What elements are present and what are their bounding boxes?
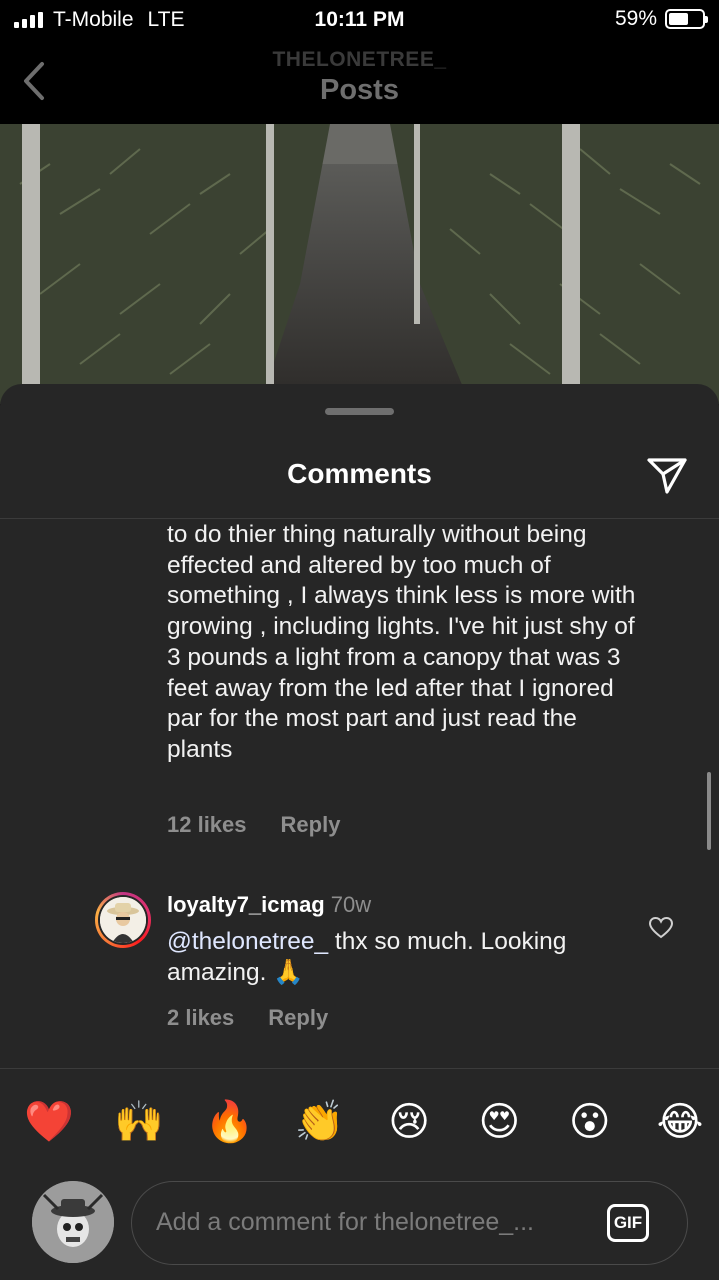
status-time: 10:11 PM <box>314 8 405 31</box>
sheet-divider <box>0 518 719 519</box>
grab-handle[interactable] <box>325 408 394 415</box>
post-image <box>0 124 719 404</box>
reply-button[interactable]: Reply <box>281 812 341 838</box>
comments-sheet: Comments to do thier thing naturally wit… <box>0 384 719 1280</box>
avatar[interactable] <box>95 892 151 948</box>
emoji-bar: ❤️ 🙌 🔥 👏 😢 😍 😮 😂 <box>24 1098 704 1146</box>
emoji-heart-eyes[interactable]: 😍 <box>475 1098 523 1146</box>
status-bar: T-Mobile LTE 10:11 PM 59% <box>0 0 719 40</box>
like-comment-button[interactable] <box>648 915 674 941</box>
battery-icon <box>665 9 708 29</box>
battery-fill <box>669 13 688 25</box>
reply-comment-meta: 2 likes Reply <box>167 1005 328 1031</box>
emoji-heart[interactable]: ❤️ <box>24 1098 74 1146</box>
send-icon <box>647 458 687 494</box>
emoji-divider <box>0 1068 719 1069</box>
comment-text: to do thier thing naturally without bein… <box>167 521 636 763</box>
likes-count[interactable]: 12 likes <box>167 812 247 838</box>
header-title: Posts <box>320 74 399 106</box>
sheet-title: Comments <box>287 458 432 489</box>
emoji-crying[interactable]: 😢 <box>385 1098 433 1146</box>
share-button[interactable] <box>645 454 689 498</box>
top-header: THELONETREE_ Posts <box>0 40 719 124</box>
comment-input-box: GIF <box>131 1181 688 1265</box>
avatar-image <box>100 897 146 943</box>
gif-button[interactable]: GIF <box>607 1204 649 1242</box>
emoji-surprised[interactable]: 😮 <box>566 1098 614 1146</box>
comment-header: loyalty7_icmag 70w <box>167 892 371 918</box>
comment-meta: 12 likes Reply <box>167 812 340 838</box>
comment-age: 70w <box>330 892 372 917</box>
status-right: 59% <box>614 7 708 31</box>
reply-button[interactable]: Reply <box>268 1005 328 1031</box>
emoji-fire[interactable]: 🔥 <box>205 1098 255 1146</box>
header-username: THELONETREE_ <box>272 48 447 71</box>
heart-icon <box>648 916 674 939</box>
mention-link[interactable]: @thelonetree_ <box>167 928 328 955</box>
emoji-clap[interactable]: 👏 <box>295 1098 345 1146</box>
current-user-avatar <box>32 1181 114 1263</box>
likes-count[interactable]: 2 likes <box>167 1005 234 1031</box>
comment-input[interactable] <box>156 1202 586 1242</box>
emoji-raised-hands[interactable]: 🙌 <box>114 1098 164 1146</box>
battery-percent: 59% <box>614 7 657 30</box>
comment-username[interactable]: loyalty7_icmag <box>167 892 325 917</box>
reply-comment-text: @thelonetree_ thx so much. Looking amazi… <box>167 926 637 988</box>
emoji-laughing[interactable]: 😂 <box>656 1098 704 1146</box>
scrollbar[interactable] <box>707 772 711 850</box>
